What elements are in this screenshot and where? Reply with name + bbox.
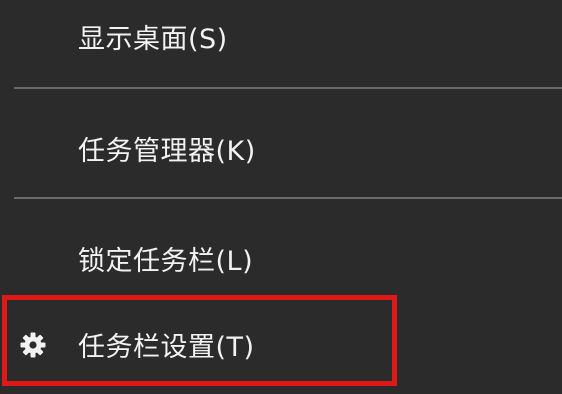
menu-separator [14, 197, 562, 199]
menu-item-taskbar-settings[interactable]: 任务栏设置(T) [0, 312, 562, 376]
menu-item-show-desktop[interactable]: 显示桌面(S) [0, 4, 562, 68]
menu-item-label: 任务栏设置(T) [78, 331, 255, 363]
menu-item-label: 任务管理器(K) [78, 135, 256, 167]
menu-item-task-manager[interactable]: 任务管理器(K) [0, 116, 562, 180]
menu-item-lock-taskbar[interactable]: 锁定任务栏(L) [0, 226, 562, 290]
menu-separator [14, 87, 562, 89]
taskbar-context-menu: 显示桌面(S) 任务管理器(K) 锁定任务栏(L) 任务栏设置(T) [0, 0, 562, 394]
menu-item-label: 锁定任务栏(L) [78, 245, 254, 277]
menu-item-label: 显示桌面(S) [78, 23, 228, 55]
gear-icon [20, 332, 46, 358]
